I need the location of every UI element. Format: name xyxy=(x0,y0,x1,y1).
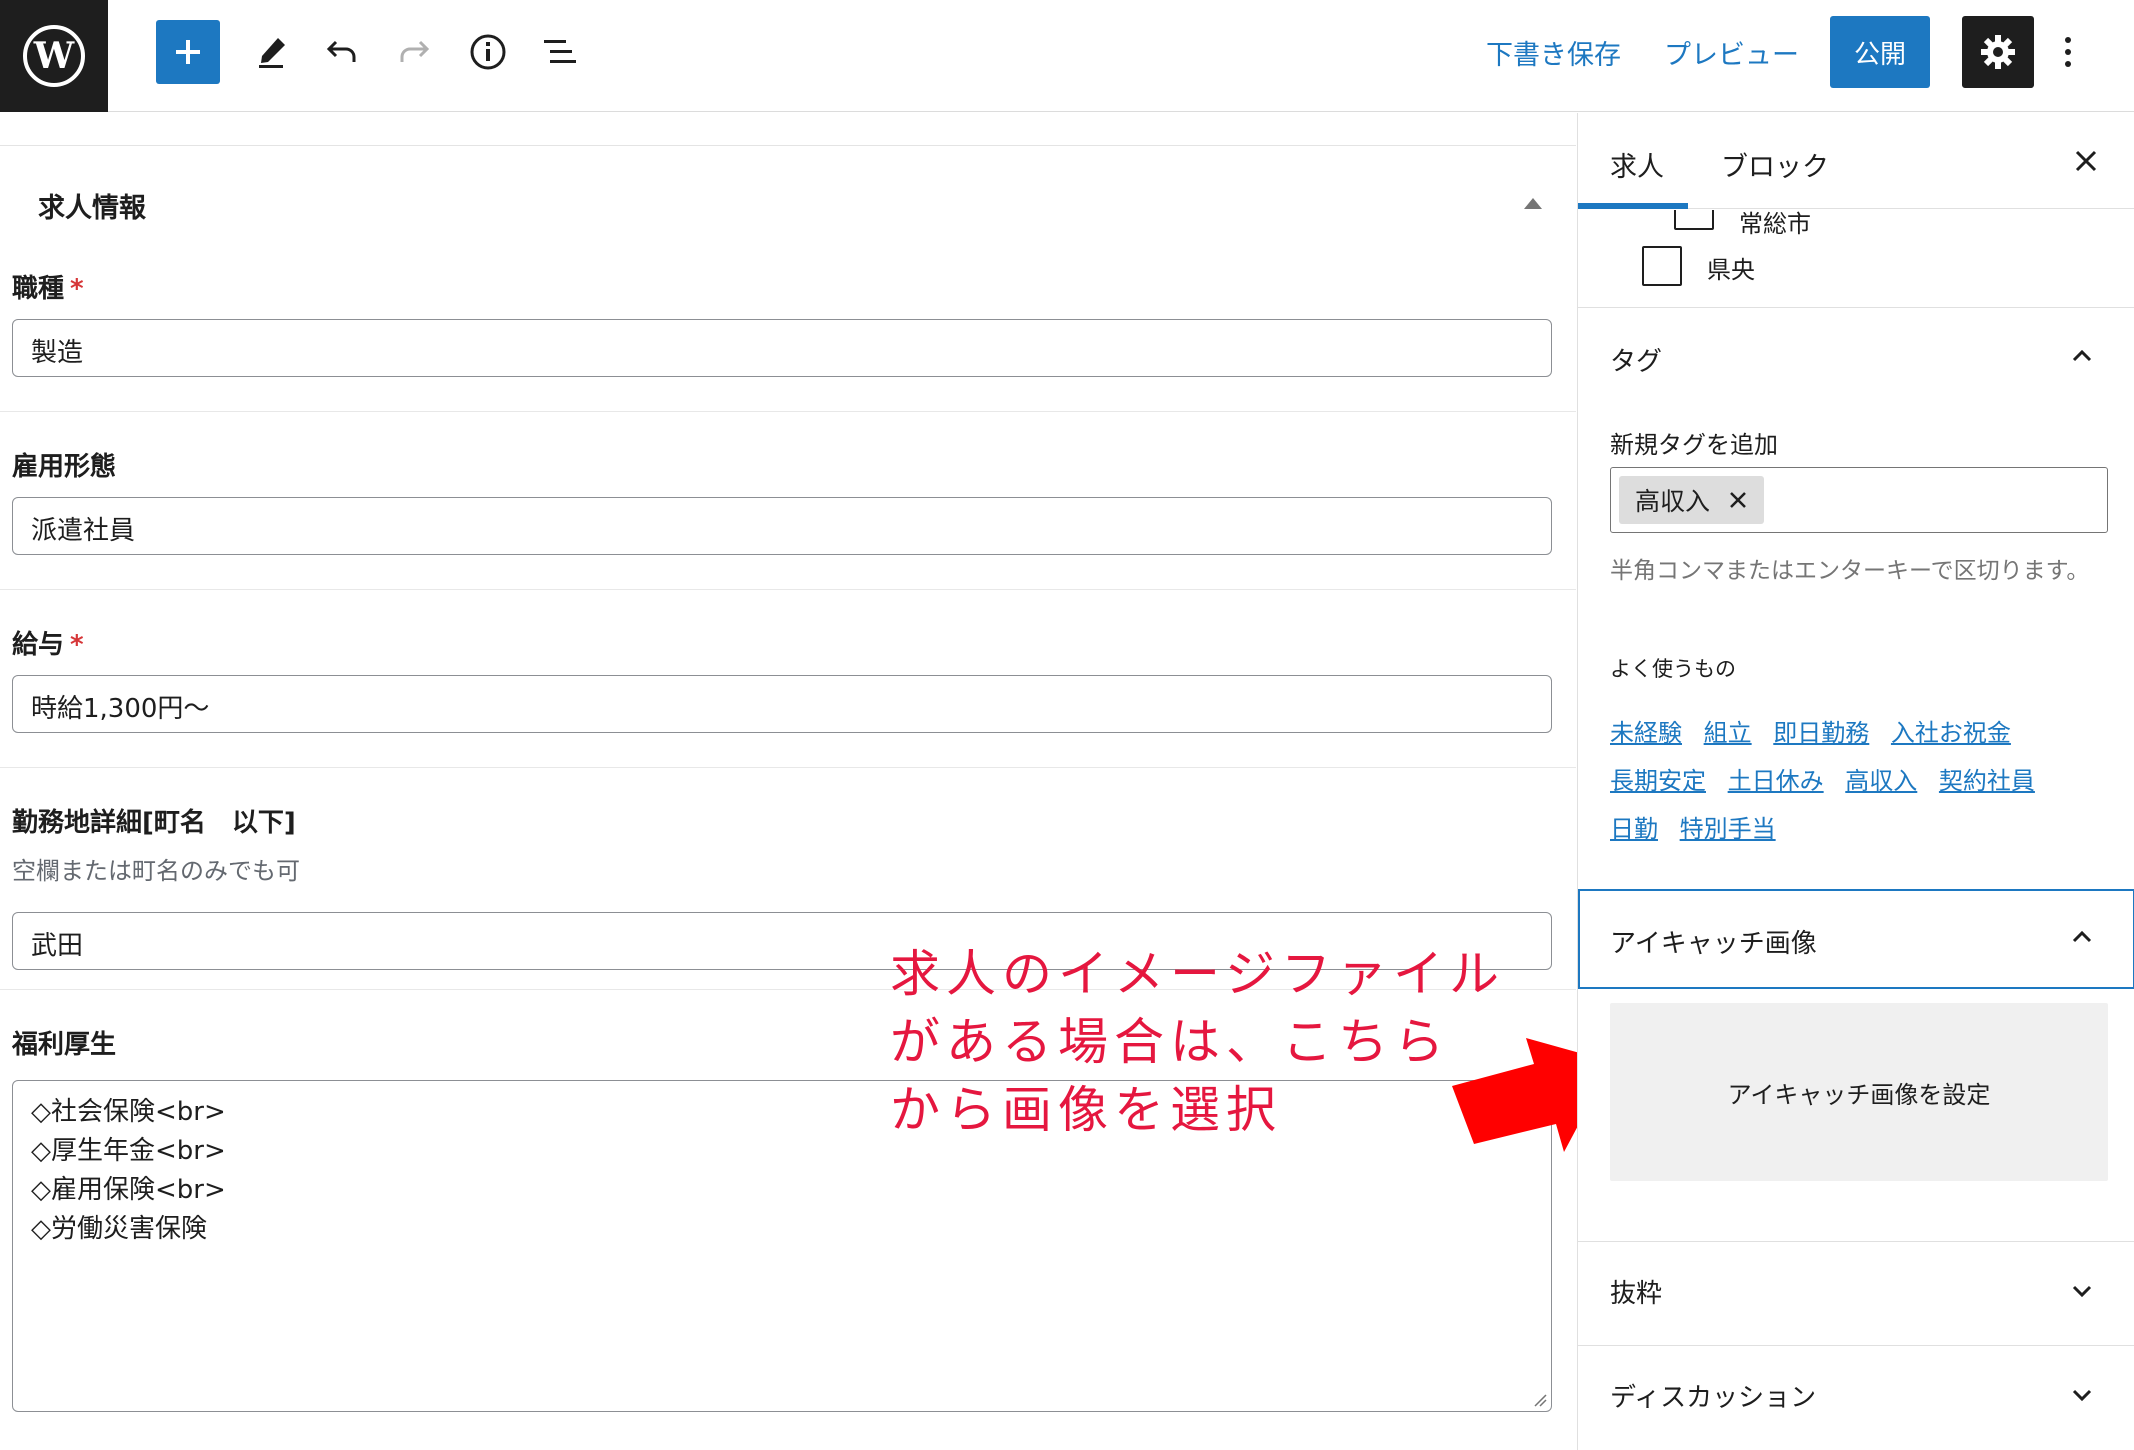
field-label: 勤務地詳細[町名 以下] xyxy=(12,808,296,838)
chevron-up-icon[interactable] xyxy=(2068,342,2096,370)
undo-icon xyxy=(326,40,356,62)
undo-button[interactable] xyxy=(310,20,374,84)
field-label: 福利厚生 xyxy=(12,1030,117,1060)
chevron-down-icon[interactable] xyxy=(2068,1381,2096,1409)
tag-link[interactable]: 日勤 xyxy=(1610,815,1658,843)
field-label: 雇用形態 xyxy=(12,452,117,482)
field-label: 給与 xyxy=(12,630,65,660)
details-button[interactable] xyxy=(456,20,520,84)
annotation-text: 求人のイメージファイル がある場合は、こちら から画像を選択 xyxy=(890,940,1530,1144)
preview-button[interactable]: プレビュー xyxy=(1664,28,1799,76)
tag-link[interactable]: 高収入 xyxy=(1845,767,1917,795)
settings-button[interactable] xyxy=(1962,16,2034,88)
divider xyxy=(1578,307,2134,308)
resize-handle-icon[interactable] xyxy=(1531,1391,1547,1407)
more-vertical-icon xyxy=(2065,37,2071,67)
info-icon xyxy=(470,34,506,70)
wordpress-logo-icon[interactable]: W xyxy=(0,0,108,112)
annotation-line: がある場合は、こちら xyxy=(890,1013,1450,1071)
tag-link[interactable]: 組立 xyxy=(1704,719,1752,747)
field-salary: 給与 * 時給1,300円〜 xyxy=(12,624,1552,733)
tab-block[interactable]: ブロック xyxy=(1721,145,1829,184)
featured-image-title: アイキャッチ画像 xyxy=(1610,929,1817,959)
close-icon[interactable] xyxy=(2066,141,2106,181)
discussion-panel-title[interactable]: ディスカッション xyxy=(1610,1377,1816,1414)
divider xyxy=(1578,1241,2134,1242)
common-tags-label: よく使うもの xyxy=(1610,657,1736,681)
required-mark: * xyxy=(70,630,84,660)
chevron-up-icon[interactable] xyxy=(2068,923,2096,951)
tag-link[interactable]: 未経験 xyxy=(1610,719,1682,747)
textarea-line: ◇雇用保険<br> xyxy=(31,1175,226,1205)
tag-chip-label: 高収入 xyxy=(1635,487,1711,516)
options-button[interactable] xyxy=(2050,16,2086,88)
tags-panel-title[interactable]: タグ xyxy=(1610,341,1662,378)
category-checkbox[interactable] xyxy=(1642,246,1682,286)
category-label: 県央 xyxy=(1707,256,1755,284)
excerpt-panel-title[interactable]: 抜粋 xyxy=(1610,1273,1662,1310)
redo-button[interactable] xyxy=(382,20,446,84)
publish-button[interactable]: 公開 xyxy=(1830,16,1930,88)
sidebar-tabs: 求人 ブロック xyxy=(1578,113,2134,209)
pencil-icon xyxy=(259,38,285,68)
divider xyxy=(0,767,1576,768)
tools-button[interactable] xyxy=(240,20,304,84)
tag-help-text: 半角コンマまたはエンターキーで区切ります。 xyxy=(1610,558,2090,584)
tag-link[interactable]: 契約社員 xyxy=(1939,767,2035,795)
meta-panel-header[interactable]: 求人情報 xyxy=(0,145,1576,253)
editor-toolbar: W 下書き保存 プレビュー 公開 xyxy=(0,0,2134,112)
plus-icon xyxy=(176,40,200,64)
chevron-down-icon[interactable] xyxy=(2068,1277,2096,1305)
field-description: 空欄または町名のみでも可 xyxy=(12,857,300,885)
field-location: 勤務地詳細[町名 以下] 空欄または町名のみでも可 武田 xyxy=(12,802,1552,970)
employment-input[interactable]: 派遣社員 xyxy=(12,497,1552,555)
list-view-icon xyxy=(544,40,576,63)
settings-sidebar: 求人 ブロック 常総市 県央 タグ 新規タグを追加 高収入 半角コンマまたはエン… xyxy=(1577,113,2134,1450)
list-view-button[interactable] xyxy=(528,20,592,84)
category-checkbox[interactable] xyxy=(1674,210,1714,230)
divider xyxy=(0,411,1576,412)
salary-input[interactable]: 時給1,300円〜 xyxy=(12,675,1552,733)
add-block-button[interactable] xyxy=(156,20,220,84)
divider xyxy=(1578,1345,2134,1346)
featured-image-panel-header[interactable]: アイキャッチ画像 xyxy=(1578,889,2134,989)
annotation-line: 求人のイメージファイル xyxy=(890,945,1505,1003)
tag-link[interactable]: 入社お祝金 xyxy=(1891,719,2011,747)
collapse-caret-icon[interactable] xyxy=(1524,198,1542,209)
svg-text:W: W xyxy=(33,35,75,77)
tag-link[interactable]: 特別手当 xyxy=(1680,815,1776,843)
field-job-type: 職種 * 製造 xyxy=(12,268,1552,377)
tag-link[interactable]: 長期安定 xyxy=(1610,767,1706,795)
add-tag-label: 新規タグを追加 xyxy=(1610,431,1778,459)
tag-chip: 高収入 xyxy=(1619,476,1765,524)
tag-link[interactable]: 即日勤務 xyxy=(1773,719,1869,747)
common-tags-list: 未経験 組立 即日勤務 入社お祝金 長期安定 土日休み 高収入 契約社員 日勤 … xyxy=(1610,709,2110,853)
save-draft-button[interactable]: 下書き保存 xyxy=(1486,28,1621,76)
remove-tag-icon[interactable] xyxy=(1728,490,1748,510)
editor-canvas: 求人情報 職種 * 製造 雇用形態 派遣社員 給与 * 時給1,300円〜 勤務地詳… xyxy=(0,113,1576,1450)
active-tab-indicator xyxy=(1578,203,1688,209)
field-label: 職種 xyxy=(12,274,65,304)
annotation-line: から画像を選択 xyxy=(890,1081,1282,1139)
divider xyxy=(0,589,1576,590)
gear-icon xyxy=(1981,35,2015,69)
job-type-input[interactable]: 製造 xyxy=(12,319,1552,377)
set-featured-image-button[interactable]: アイキャッチ画像を設定 xyxy=(1610,1003,2108,1181)
textarea-line: ◇労働災害保険 xyxy=(31,1214,207,1244)
category-label: 常総市 xyxy=(1739,210,1811,238)
field-employment: 雇用形態 派遣社員 xyxy=(12,446,1552,555)
required-mark: * xyxy=(70,274,84,304)
tab-post[interactable]: 求人 xyxy=(1610,145,1664,184)
panel-title: 求人情報 xyxy=(38,193,146,224)
tag-input[interactable]: 高収入 xyxy=(1610,467,2108,533)
tag-link[interactable]: 土日休み xyxy=(1728,767,1824,795)
redo-icon xyxy=(400,40,430,62)
